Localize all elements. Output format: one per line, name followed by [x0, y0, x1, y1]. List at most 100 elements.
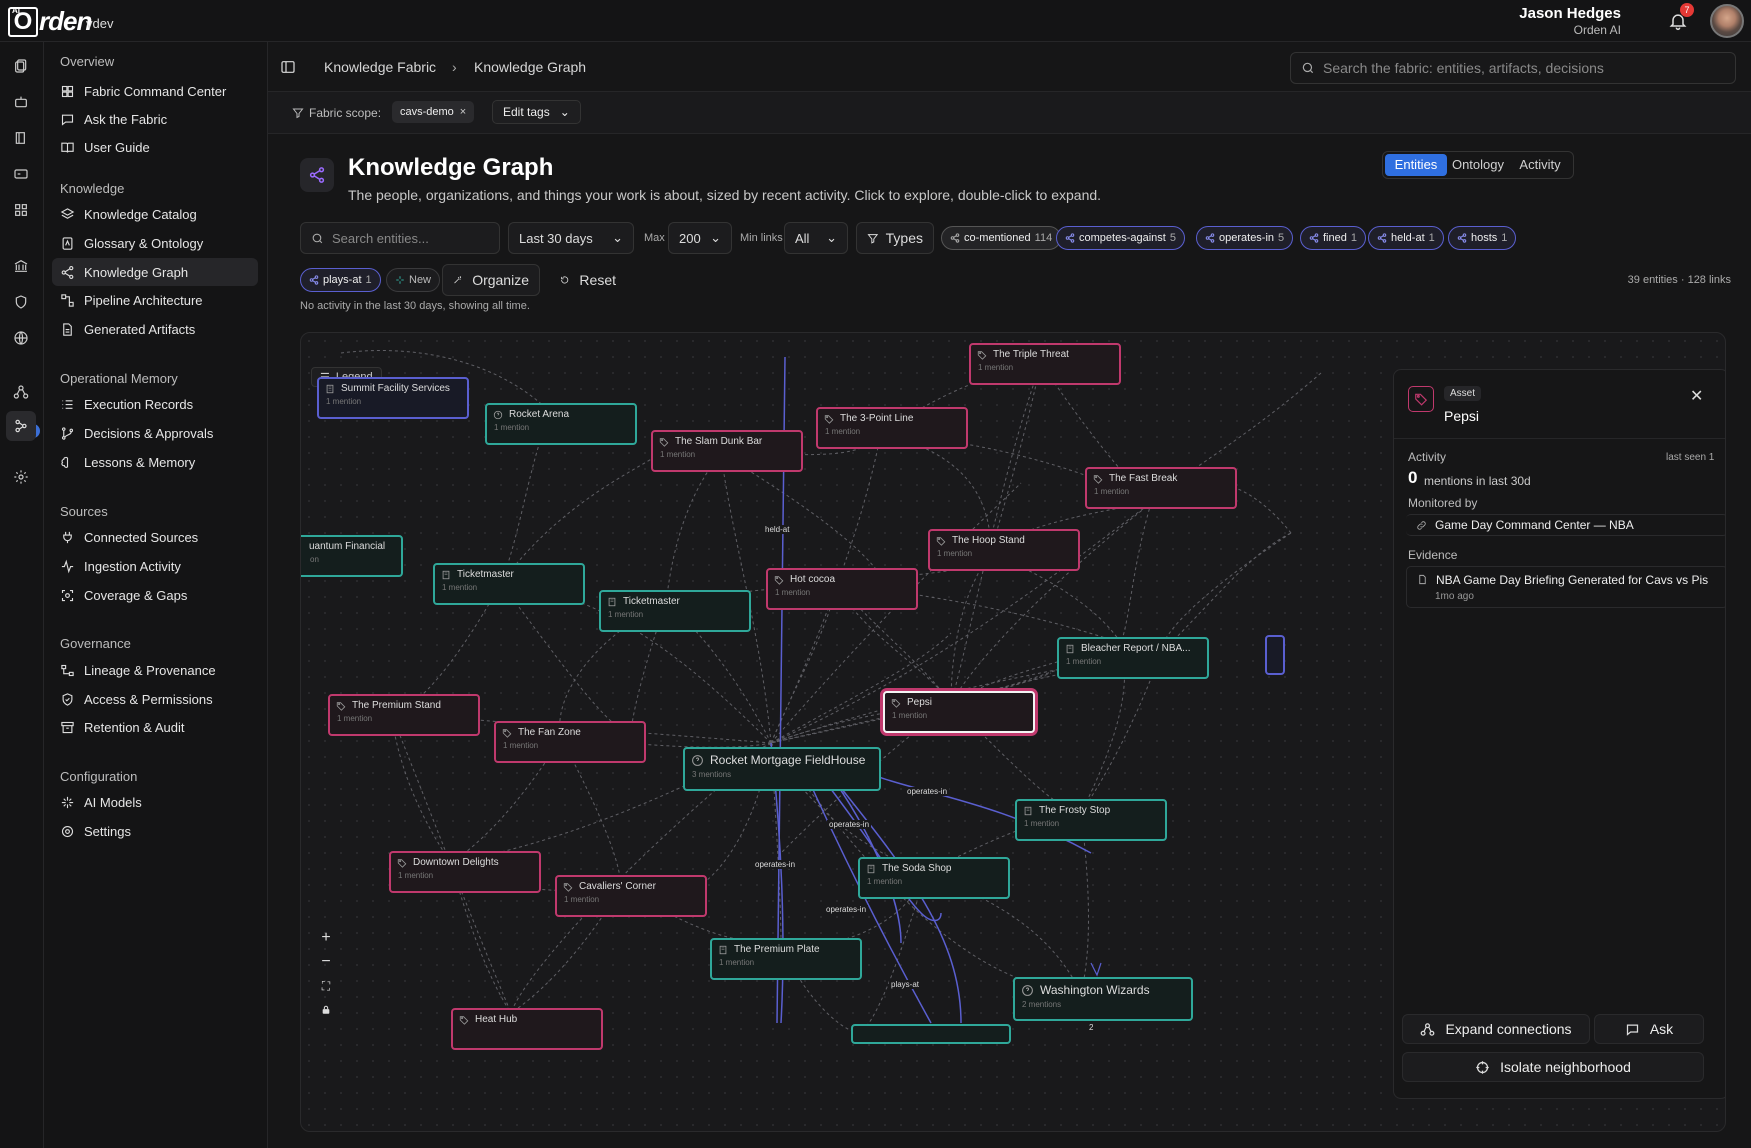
tab-entities[interactable]: Entities [1385, 154, 1447, 176]
close-icon[interactable]: ✕ [1690, 386, 1703, 406]
date-range-select[interactable]: Last 30 days ⌄ [508, 222, 634, 254]
sidebar-item-decisions[interactable]: Decisions & Approvals [52, 419, 258, 447]
graph-node[interactable]: The Slam Dunk Bar 1 mention [651, 430, 803, 472]
tab-activity[interactable]: Activity [1509, 154, 1571, 176]
book-icon[interactable] [10, 127, 32, 149]
isolate-neighborhood-button[interactable]: Isolate neighborhood [1402, 1052, 1704, 1082]
graph-node[interactable]: uantum Financial on [301, 535, 403, 577]
graph-node-partial[interactable] [851, 1024, 1011, 1044]
graph-node[interactable]: The Premium Stand 1 mention [328, 694, 480, 736]
link-type-fined[interactable]: fined 1 [1300, 226, 1366, 250]
max-select[interactable]: 200 ⌄ [668, 222, 732, 254]
building-icon [1066, 644, 1074, 653]
sidebar-item-ask[interactable]: Ask the Fabric [52, 105, 258, 133]
new-filter-pill[interactable]: New [386, 268, 441, 292]
link-type-hosts[interactable]: hosts 1 [1448, 226, 1517, 250]
graph-node[interactable]: Heat Hub [451, 1008, 603, 1050]
sidebar-item-ingestion[interactable]: Ingestion Activity [52, 552, 258, 580]
graph-node[interactable]: Ticketmaster 1 mention [433, 563, 585, 605]
graph-node-selected[interactable]: Pepsi 1 mention [883, 691, 1035, 733]
bank-icon[interactable] [10, 255, 32, 277]
graph-node[interactable]: Ticketmaster 1 mention [599, 590, 751, 632]
sidebar-item-user-guide[interactable]: User Guide [52, 133, 258, 161]
sidebar-item-glossary[interactable]: Glossary & Ontology [52, 229, 258, 257]
grid-icon[interactable] [10, 199, 32, 221]
min-links-select[interactable]: All ⌄ [784, 222, 848, 254]
sidebar-item-command-center[interactable]: Fabric Command Center [52, 77, 258, 105]
graph-node[interactable]: Summit Facility Services 1 mention [317, 377, 469, 419]
close-icon[interactable]: × [460, 106, 466, 118]
ask-button[interactable]: Ask [1594, 1014, 1704, 1044]
graph-node[interactable]: The Frosty Stop 1 mention [1015, 799, 1167, 841]
evidence-label: Evidence [1408, 548, 1458, 562]
types-button[interactable]: Types [856, 222, 934, 254]
graph-node[interactable]: Rocket Arena 1 mention [485, 403, 637, 445]
sidebar-item-ai-models[interactable]: AI Models [52, 788, 258, 816]
plug-icon [63, 531, 72, 543]
network-users-icon[interactable] [10, 381, 32, 403]
pipeline-icon [61, 293, 74, 307]
link-type-competes-against[interactable]: competes-against 5 [1056, 226, 1185, 250]
robot-icon[interactable] [10, 91, 32, 113]
documents-icon[interactable] [10, 55, 32, 77]
graph-node[interactable]: Rocket Mortgage FieldHouse 3 mentions [683, 747, 881, 791]
graph-node[interactable]: The Soda Shop 1 mention [858, 857, 1010, 899]
sidebar-item-lineage[interactable]: Lineage & Provenance [52, 656, 258, 684]
sidebar-item-retention[interactable]: Retention & Audit [52, 713, 258, 741]
activity-icon [61, 559, 74, 573]
graph-node[interactable]: The Fast Break 1 mention [1085, 467, 1237, 509]
tab-ontology[interactable]: Ontology [1447, 154, 1509, 176]
edit-tags-button[interactable]: Edit tags ⌄ [492, 100, 581, 124]
mentions-text: mentions in last 30d [1424, 474, 1531, 488]
gear-icon[interactable] [10, 466, 32, 488]
graph-node[interactable]: Cavaliers' Corner 1 mention [555, 875, 707, 917]
link-type-plays-at[interactable]: plays-at 1 [300, 268, 381, 292]
branch-icon [61, 426, 74, 440]
graph-node[interactable]: The Triple Threat 1 mention [969, 343, 1121, 385]
link-type-co-mentioned[interactable]: co-mentioned 114 [941, 226, 1062, 250]
graph-node[interactable]: Washington Wizards 2 mentions [1013, 977, 1193, 1021]
logo[interactable]: AI O rden [8, 6, 92, 37]
sidebar-item-coverage[interactable]: Coverage & Gaps [52, 581, 258, 609]
sidebar-item-artifacts[interactable]: Generated Artifacts [52, 315, 258, 343]
zoom-in-button[interactable]: + [315, 927, 337, 949]
evidence-item[interactable]: NBA Game Day Briefing Generated for Cavs… [1406, 566, 1725, 608]
graph-icon[interactable] [6, 411, 36, 441]
global-search-input[interactable]: Search the fabric: entities, artifacts, … [1290, 52, 1736, 84]
sidebar-item-lessons[interactable]: Lessons & Memory [52, 448, 258, 476]
graph-node[interactable]: The Fan Zone 1 mention [494, 721, 646, 763]
scope-tag-chip[interactable]: cavs-demo × [392, 101, 475, 123]
shield-icon[interactable] [10, 291, 32, 313]
graph-node[interactable]: The Premium Plate 1 mention [710, 938, 862, 980]
graph-node[interactable]: Bleacher Report / NBA... 1 mention [1057, 637, 1209, 679]
sidebar-item-access[interactable]: Access & Permissions [52, 685, 258, 713]
fit-view-button[interactable]: ⛶ [315, 975, 337, 997]
card-icon[interactable] [10, 163, 32, 185]
sidebar-item-execution[interactable]: Execution Records [52, 390, 258, 418]
globe-icon[interactable] [10, 327, 32, 349]
sidebar-item-connected-sources[interactable]: Connected Sources [52, 523, 258, 551]
avatar[interactable] [1710, 4, 1744, 38]
sidebar-item-settings[interactable]: Settings [52, 817, 258, 845]
expand-connections-button[interactable]: Expand connections [1402, 1014, 1590, 1044]
graph-node[interactable]: Hot cocoa 1 mention [766, 568, 918, 610]
scope-label: Fabric scope: [292, 106, 381, 120]
zoom-out-button[interactable]: − [315, 951, 337, 973]
graph-node-partial[interactable] [1265, 635, 1285, 675]
monitored-by-link[interactable]: Game Day Command Center — NBA [1406, 514, 1725, 536]
graph-canvas[interactable]: held-at operates-in operates-in operates… [300, 332, 1726, 1132]
lock-icon[interactable] [315, 999, 337, 1021]
link-type-held-at[interactable]: held-at 1 [1368, 226, 1444, 250]
graph-node[interactable]: The Hoop Stand 1 mention [928, 529, 1080, 571]
reset-button[interactable]: Reset [550, 264, 626, 296]
breadcrumb-parent[interactable]: Knowledge Fabric [324, 59, 436, 75]
organize-button[interactable]: Organize [442, 264, 540, 296]
sidebar-item-pipeline[interactable]: Pipeline Architecture [52, 286, 258, 314]
link-type-operates-in[interactable]: operates-in 5 [1196, 226, 1294, 250]
sidebar-item-knowledge-graph[interactable]: Knowledge Graph [52, 258, 258, 286]
sidebar-item-catalog[interactable]: Knowledge Catalog [52, 200, 258, 228]
graph-node[interactable]: The 3-Point Line 1 mention [816, 407, 968, 449]
entity-search-input[interactable]: Search entities... [300, 222, 500, 254]
sidebar-toggle-icon[interactable] [280, 59, 296, 75]
graph-node[interactable]: Downtown Delights 1 mention [389, 851, 541, 893]
